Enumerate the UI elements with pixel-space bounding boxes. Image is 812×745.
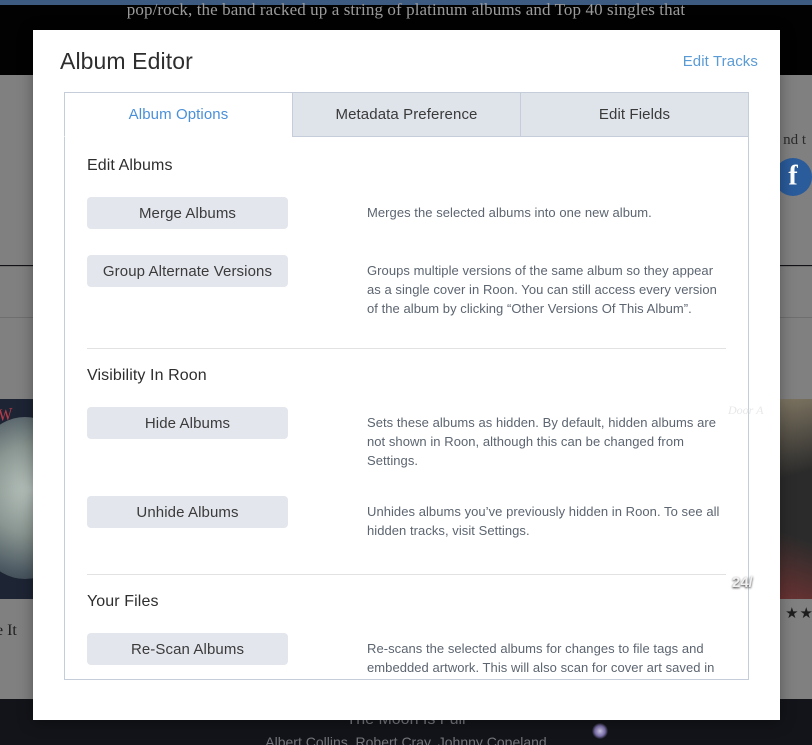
- now-playing-visualizer-icon: [592, 723, 608, 739]
- option-row-unhide-albums: Unhide Albums Unhides albums you’ve prev…: [87, 496, 726, 540]
- dialog-title: Album Editor: [60, 47, 193, 74]
- hide-albums-description: Sets these albums as hidden. By default,…: [367, 415, 717, 468]
- section-title-your-files: Your Files: [87, 593, 159, 610]
- tab-edit-fields[interactable]: Edit Fields: [520, 92, 749, 137]
- section-title-edit-albums: Edit Albums: [87, 157, 173, 174]
- option-row-merge-albums: Merge Albums Merges the selected albums …: [87, 197, 726, 229]
- section-title-visibility-in-roon: Visibility In Roon: [87, 367, 207, 384]
- group-alternate-versions-description: Groups multiple versions of the same alb…: [367, 263, 717, 316]
- section-your-files: Your Files Re-Scan Albums Re-scans the s…: [87, 574, 726, 679]
- dialog-header: Album Editor Edit Tracks: [33, 30, 780, 92]
- tab-metadata-preference[interactable]: Metadata Preference: [292, 92, 520, 137]
- album-art-script-right: Door A: [728, 403, 764, 417]
- section-edit-albums: Edit Albums Merge Albums Merges the sele…: [87, 157, 726, 348]
- artist-bio-text: pop/rock, the band racked up a string of…: [126, 0, 686, 19]
- merge-albums-button[interactable]: Merge Albums: [87, 197, 288, 229]
- screen: pop/rock, the band racked up a string of…: [0, 0, 812, 745]
- option-row-group-alternate-versions: Group Alternate Versions Groups multiple…: [87, 255, 726, 318]
- social-caption-text: nd t: [783, 132, 806, 148]
- tab-album-options[interactable]: Album Options: [64, 92, 292, 137]
- re-scan-albums-button[interactable]: Re-Scan Albums: [87, 633, 288, 665]
- option-row-hide-albums: Hide Albums Sets these albums as hidden.…: [87, 407, 726, 470]
- album-quality-badge: 24/: [732, 574, 753, 591]
- tab-panel-album-options[interactable]: Edit Albums Merge Albums Merges the sele…: [64, 137, 749, 680]
- album-rating-stars: ★★: [785, 605, 812, 622]
- unhide-albums-button[interactable]: Unhide Albums: [87, 496, 288, 528]
- hide-albums-button[interactable]: Hide Albums: [87, 407, 288, 439]
- now-playing-artist: Albert Collins, Robert Cray, Johnny Cope…: [265, 734, 547, 745]
- re-scan-albums-description: Re-scans the selected albums for changes…: [367, 641, 715, 675]
- dialog-tabs: Album Options Metadata Preference Edit F…: [64, 92, 749, 137]
- album-art-script-left: W: [0, 404, 14, 425]
- section-visibility-in-roon: Visibility In Roon Hide Albums Sets thes…: [87, 348, 726, 574]
- album-title-left: ke It: [0, 622, 17, 639]
- edit-tracks-link[interactable]: Edit Tracks: [683, 53, 758, 70]
- option-row-re-scan-albums: Re-Scan Albums Re-scans the selected alb…: [87, 633, 726, 679]
- unhide-albums-description: Unhides albums you’ve previously hidden …: [367, 504, 720, 538]
- merge-albums-description: Merges the selected albums into one new …: [367, 205, 652, 220]
- album-editor-dialog: Album Editor Edit Tracks Album Options M…: [33, 30, 780, 720]
- group-alternate-versions-button[interactable]: Group Alternate Versions: [87, 255, 288, 287]
